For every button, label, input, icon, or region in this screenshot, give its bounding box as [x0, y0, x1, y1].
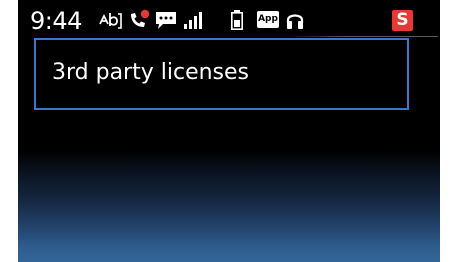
signal-strength-icon	[182, 9, 204, 31]
list-item-label: 3rd party licenses	[52, 60, 250, 85]
device-screen: 9:44 App S 3rd party licenses	[18, 0, 440, 262]
battery-icon	[230, 9, 244, 31]
s-notification-icon: S	[392, 10, 413, 31]
missed-call-icon	[127, 9, 151, 31]
app-icon: App	[257, 11, 279, 28]
clock: 9:44	[30, 7, 82, 35]
status-divider	[288, 36, 438, 37]
chat-message-icon	[154, 9, 178, 31]
sync-icon	[97, 9, 123, 31]
list-item-3rd-party-licenses[interactable]: 3rd party licenses	[34, 38, 409, 110]
headset-icon	[285, 9, 305, 31]
